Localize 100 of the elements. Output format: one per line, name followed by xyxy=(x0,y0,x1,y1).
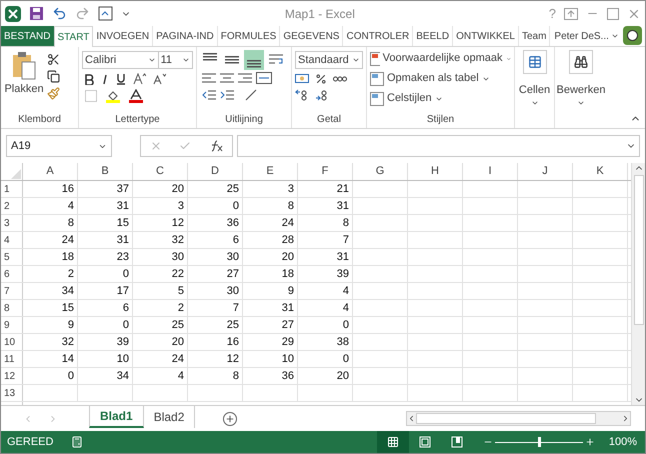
column-header[interactable]: G xyxy=(353,163,408,180)
table-cell-text: 21 xyxy=(336,182,349,197)
table-cell-text: 32 xyxy=(172,232,184,248)
sheet-tab[interactable]: Blad1 xyxy=(89,406,144,428)
table-cell-text: 20 xyxy=(172,182,184,197)
row-header[interactable]: 7 xyxy=(1,283,23,299)
row-header[interactable]: 2 xyxy=(1,198,23,214)
row-header[interactable]: 10 xyxy=(1,334,23,350)
table-cell-text: 25 xyxy=(226,318,239,333)
ribbon-tab[interactable]: FORMULES xyxy=(218,26,280,46)
styles-button[interactable]: Celstijlen xyxy=(370,90,511,107)
row-header[interactable]: 8 xyxy=(1,300,23,316)
table-cell-text: 8 xyxy=(232,368,239,384)
table-cell-text: 17 xyxy=(116,284,129,299)
ribbon-tab[interactable]: INVOEGEN xyxy=(93,26,154,46)
row-header[interactable]: 12 xyxy=(1,368,23,384)
row-header[interactable]: 1 xyxy=(1,181,23,197)
column-header[interactable]: I xyxy=(463,163,518,180)
table-cell-text: 16 xyxy=(226,334,239,350)
table-cell-text: 9 xyxy=(68,318,74,333)
table-cell-text: 30 xyxy=(226,284,239,299)
number-format-field[interactable]: Standaard xyxy=(295,51,363,69)
row-header[interactable]: 5 xyxy=(1,249,23,265)
user-menu[interactable]: Peter DeS... xyxy=(552,26,621,46)
table-cell-text: 22 xyxy=(172,266,184,282)
ribbon-tab[interactable]: GEGEVENS xyxy=(280,26,344,46)
editing-button[interactable]: Bewerken xyxy=(556,50,606,106)
table-cell-text: 8 xyxy=(288,198,294,214)
table-cell-text: 25 xyxy=(172,318,184,333)
window-title: Map1 - Excel xyxy=(284,6,356,22)
table-cell-text: 23 xyxy=(116,250,129,265)
table-cell-text: 15 xyxy=(62,300,74,316)
table-cell-text: 4 xyxy=(342,284,349,299)
font-size-field[interactable]: 11 xyxy=(158,51,193,69)
table-cell-text: 34 xyxy=(116,368,129,384)
table-cell-text: 0 xyxy=(342,352,349,367)
table-cell-text: 39 xyxy=(336,266,349,282)
sheet-tab[interactable]: Blad2 xyxy=(144,406,196,428)
column-header[interactable]: F xyxy=(298,163,353,180)
table-cell-text: 32 xyxy=(62,334,74,350)
table-cell-text: 5 xyxy=(178,284,184,299)
row-header[interactable]: 4 xyxy=(1,232,23,248)
table-cell-text: 36 xyxy=(226,216,239,231)
table-cell-text: 16 xyxy=(62,182,74,197)
zoom-level[interactable]: 100% xyxy=(608,434,637,450)
table-cell-text: 15 xyxy=(116,216,129,231)
table-cell-text: 25 xyxy=(226,182,239,197)
styles-button[interactable]: Opmaken als tabel xyxy=(370,70,511,87)
group-label: Klembord xyxy=(18,112,61,126)
column-header[interactable]: D xyxy=(188,163,243,180)
table-cell-text: 10 xyxy=(116,352,129,367)
table-cell-text: 39 xyxy=(116,334,129,350)
ribbon-tab[interactable]: CONTROLER xyxy=(343,26,414,46)
styles-button[interactable]: Voorwaardelijke opmaak xyxy=(370,50,511,67)
column-header[interactable]: E xyxy=(243,163,298,180)
row-header[interactable]: 6 xyxy=(1,266,23,282)
paste-button[interactable]: Plakken xyxy=(5,51,43,110)
font-name-field[interactable]: Calibri xyxy=(82,51,159,69)
table-cell-text: 31 xyxy=(116,198,129,214)
status-text: GEREED xyxy=(7,434,54,450)
table-cell-text: 4 xyxy=(178,368,184,384)
table-cell-text: 3 xyxy=(288,182,294,197)
ribbon-tab[interactable]: START xyxy=(54,26,94,47)
cells-button[interactable]: Cellen xyxy=(518,50,550,106)
row-header[interactable]: 9 xyxy=(1,317,23,333)
group-label: Lettertype xyxy=(115,112,160,126)
table-cell-text: 24 xyxy=(172,352,184,367)
file-tab[interactable]: BESTAND xyxy=(1,26,54,46)
column-header[interactable]: C xyxy=(133,163,188,180)
table-cell-text: 36 xyxy=(282,368,294,384)
table-cell-text: 27 xyxy=(282,318,294,333)
column-header[interactable]: J xyxy=(518,163,573,180)
table-cell-text: 28 xyxy=(282,232,294,248)
table-cell-text: 4 xyxy=(68,198,74,214)
table-cell-text: 30 xyxy=(172,250,184,265)
ribbon-tab[interactable]: Team xyxy=(518,26,550,46)
table-cell-text: 4 xyxy=(342,300,349,316)
table-cell-text: 24 xyxy=(62,232,74,248)
ribbon-tab[interactable]: BEELD xyxy=(413,26,454,46)
table-cell-text: 18 xyxy=(282,266,294,282)
table-cell-text: 31 xyxy=(116,232,129,248)
table-cell-text: 3 xyxy=(178,198,184,214)
table-cell-text: 37 xyxy=(116,182,129,197)
table-cell-text: 27 xyxy=(226,266,239,282)
table-cell-text: 7 xyxy=(342,232,349,248)
table-cell-text: 10 xyxy=(282,352,294,367)
row-header[interactable]: 13 xyxy=(1,385,23,401)
table-cell-text: 9 xyxy=(288,284,294,299)
column-header[interactable]: A xyxy=(23,163,78,180)
row-header[interactable]: 3 xyxy=(1,215,23,231)
row-header[interactable]: 11 xyxy=(1,351,23,367)
name-box[interactable]: A19 xyxy=(6,135,112,157)
group-label: Getal xyxy=(317,112,341,126)
column-header[interactable]: K xyxy=(573,163,628,180)
ribbon-tab[interactable]: PAGINA-IND xyxy=(153,26,218,46)
column-header[interactable]: B xyxy=(78,163,133,180)
column-header[interactable]: H xyxy=(408,163,463,180)
ribbon-tab[interactable]: ONTWIKKEL xyxy=(453,26,519,46)
table-cell-text: 18 xyxy=(62,250,74,265)
table-cell-text: 0 xyxy=(342,318,349,333)
